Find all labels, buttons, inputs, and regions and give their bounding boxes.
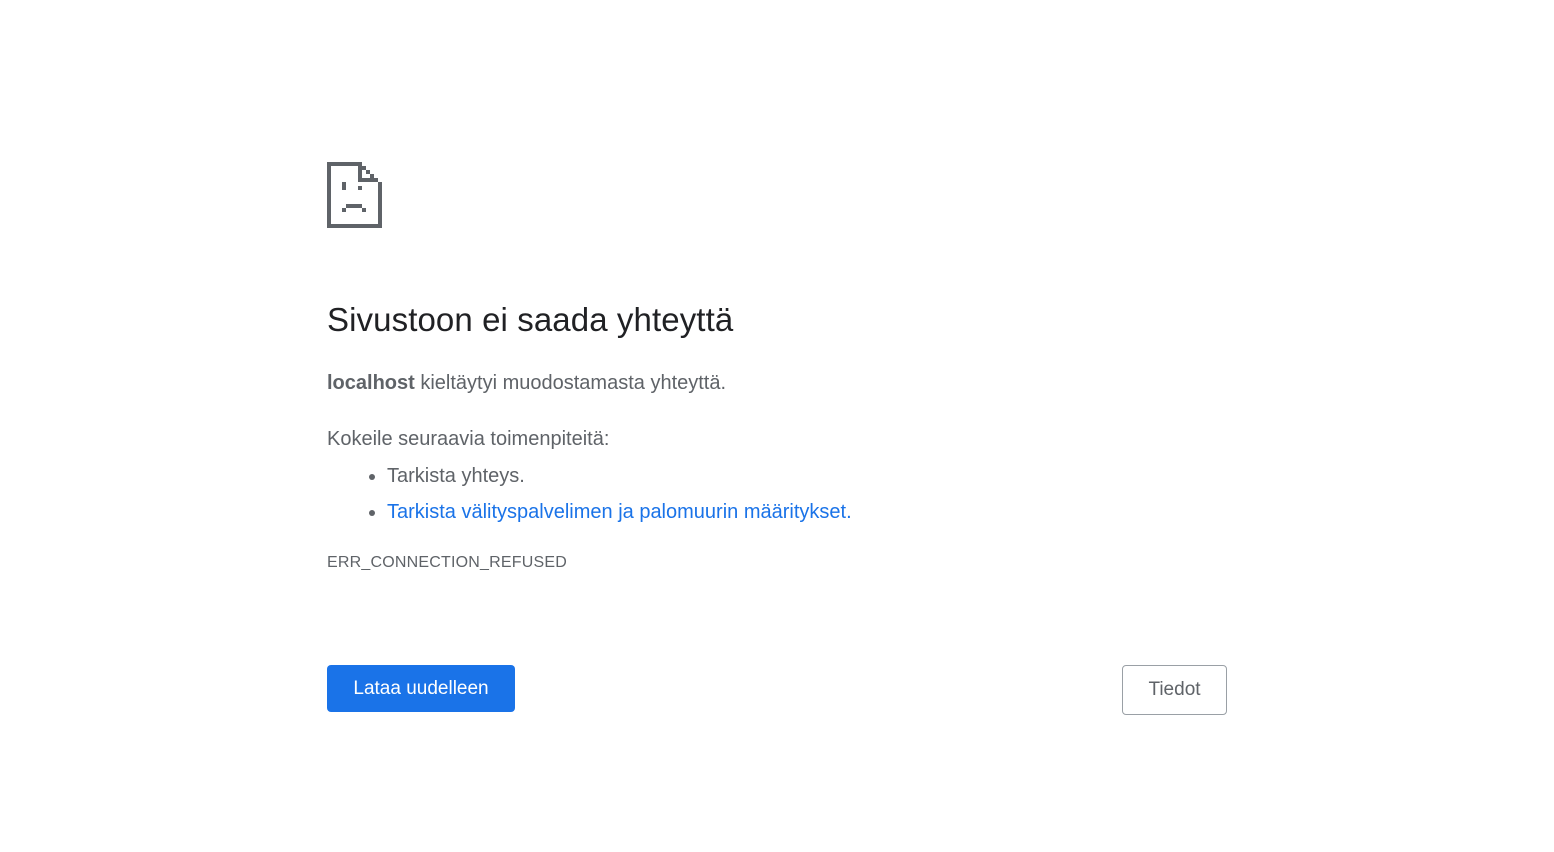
suggestion-check-connection: Tarkista yhteys.	[387, 458, 1227, 494]
details-button[interactable]: Tiedot	[1122, 665, 1227, 715]
error-description: localhost kieltäytyi muodostamasta yhtey…	[327, 368, 1227, 398]
suggestions-heading: Kokeile seuraavia toimenpiteitä:	[327, 428, 610, 450]
main-message: Sivustoon ei saada yhteyttä localhost ki…	[327, 298, 1227, 574]
description-text: kieltäytyi muodostamasta yhteyttä.	[414, 372, 727, 394]
reload-button[interactable]: Lataa uudelleen	[327, 665, 515, 712]
page-title: Sivustoon ei saada yhteyttä	[327, 301, 734, 338]
sad-page-icon	[327, 162, 382, 228]
proxy-firewall-link[interactable]: Tarkista välityspalvelimen ja palomuurin…	[387, 501, 852, 523]
error-code: ERR_CONNECTION_REFUSED	[327, 554, 567, 571]
host-name: localhost	[327, 372, 415, 394]
suggestion-check-proxy-firewall: Tarkista välityspalvelimen ja palomuurin…	[387, 494, 1227, 530]
suggestions-list: Tarkista yhteys. Tarkista välityspalveli…	[327, 458, 1227, 530]
suggestion-label: Tarkista yhteys.	[387, 465, 525, 487]
error-page: Sivustoon ei saada yhteyttä localhost ki…	[0, 0, 1554, 852]
